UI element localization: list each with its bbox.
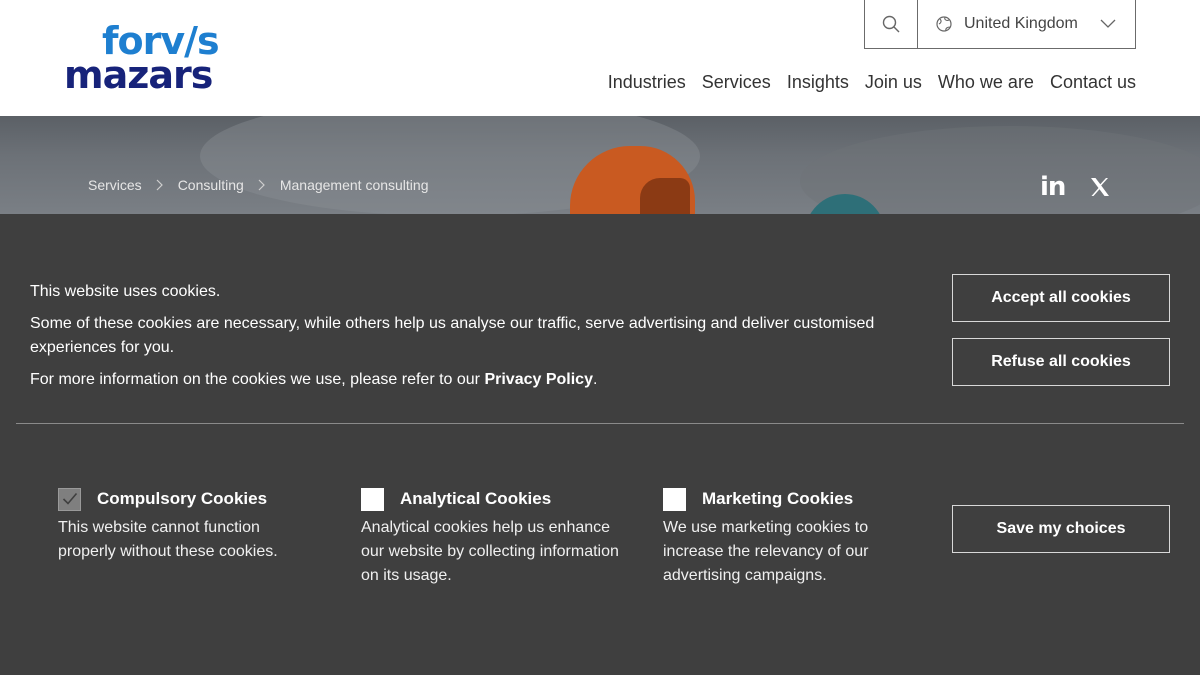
breadcrumb-services[interactable]: Services bbox=[88, 177, 142, 193]
search-button[interactable] bbox=[865, 0, 918, 48]
chevron-down-icon bbox=[1100, 19, 1116, 28]
utility-bar: United Kingdom bbox=[864, 0, 1136, 49]
cookie-more-info: For more information on the cookies we u… bbox=[30, 368, 890, 392]
cookie-category-title: Analytical Cookies bbox=[400, 489, 552, 508]
analytical-cookies-checkbox[interactable] bbox=[361, 487, 384, 511]
nav-services[interactable]: Services bbox=[702, 72, 771, 93]
refuse-all-cookies-button[interactable]: Refuse all cookies bbox=[952, 338, 1170, 386]
cookie-more-info-suffix: . bbox=[592, 371, 598, 388]
marketing-cookies-checkbox[interactable] bbox=[663, 487, 686, 511]
nav-who-we-are[interactable]: Who we are bbox=[938, 72, 1034, 93]
logo-line-2: mazars bbox=[64, 53, 213, 97]
privacy-policy-link[interactable]: Privacy Policy bbox=[484, 371, 593, 388]
cookie-intro: This website uses cookies. bbox=[30, 283, 221, 300]
breadcrumb-consulting[interactable]: Consulting bbox=[178, 177, 244, 193]
chevron-right-icon bbox=[258, 179, 265, 191]
cookie-category-desc: This website cannot function properly wi… bbox=[58, 519, 278, 560]
linkedin-icon[interactable]: in bbox=[1040, 172, 1066, 202]
x-icon[interactable] bbox=[1089, 176, 1111, 198]
region-label: United Kingdom bbox=[964, 15, 1078, 32]
breadcrumb-management-consulting: Management consulting bbox=[279, 177, 429, 193]
region-selector[interactable]: United Kingdom bbox=[918, 0, 1135, 48]
cookie-category-title: Marketing Cookies bbox=[702, 489, 854, 508]
nav-join-us[interactable]: Join us bbox=[865, 72, 922, 93]
social-links: in bbox=[1040, 172, 1111, 202]
site-header: forv/s mazars United Kingdom Industries … bbox=[0, 0, 1200, 116]
compulsory-cookies-checkbox bbox=[58, 487, 81, 511]
hero-orange-hood-shade bbox=[640, 178, 690, 214]
chevron-right-icon bbox=[156, 179, 163, 191]
cookie-banner: This website uses cookies. Some of these… bbox=[0, 214, 1200, 675]
forvis-mazars-logo[interactable]: forv/s mazars bbox=[64, 22, 234, 94]
main-nav: Industries Services Insights Join us Who… bbox=[608, 72, 1136, 93]
cookie-category-title: Compulsory Cookies bbox=[97, 489, 268, 508]
breadcrumb: Services Consulting Management consultin… bbox=[88, 177, 429, 193]
cookie-more-info-text: For more information on the cookies we u… bbox=[30, 371, 485, 388]
globe-icon bbox=[936, 16, 952, 32]
nav-insights[interactable]: Insights bbox=[787, 72, 849, 93]
nav-industries[interactable]: Industries bbox=[608, 72, 686, 93]
nav-contact-us[interactable]: Contact us bbox=[1050, 72, 1136, 93]
cookie-category-desc: We use marketing cookies to increase the… bbox=[663, 519, 869, 584]
search-icon bbox=[882, 15, 900, 33]
hero-banner: Services Consulting Management consultin… bbox=[0, 116, 1200, 214]
accept-all-cookies-button[interactable]: Accept all cookies bbox=[952, 274, 1170, 322]
cookie-category-analytical: Analytical Cookies Analytical cookies he… bbox=[361, 487, 621, 588]
cookie-category-marketing: Marketing Cookies We use marketing cooki… bbox=[663, 487, 923, 588]
cookie-category-desc: Analytical cookies help us enhance our w… bbox=[361, 519, 619, 584]
cookie-category-compulsory: Compulsory Cookies This website cannot f… bbox=[58, 487, 318, 564]
cookie-message: This website uses cookies. Some of these… bbox=[30, 280, 890, 400]
cookie-divider bbox=[16, 423, 1184, 424]
save-my-choices-button[interactable]: Save my choices bbox=[952, 505, 1170, 553]
checkmark-icon bbox=[62, 492, 77, 505]
cookie-description: Some of these cookies are necessary, whi… bbox=[30, 315, 875, 356]
